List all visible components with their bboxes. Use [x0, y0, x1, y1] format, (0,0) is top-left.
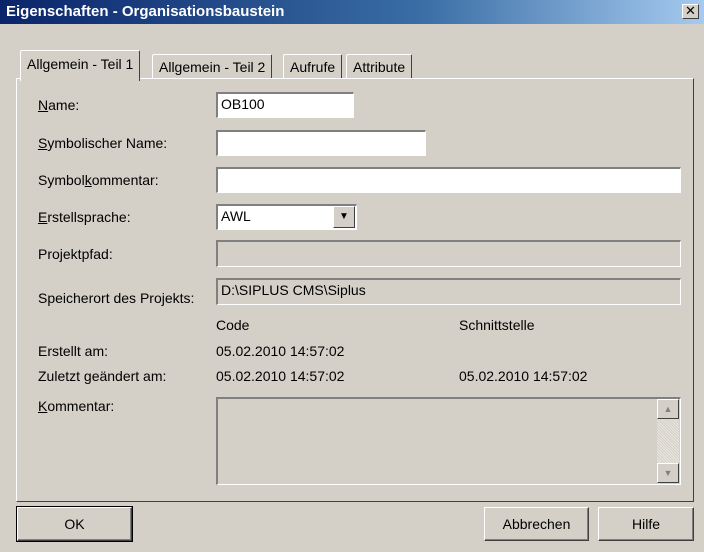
language-label: Erstellsprache:	[38, 209, 131, 225]
scroll-up-glyph: ▲	[663, 404, 673, 414]
project-path-field	[216, 240, 681, 267]
modified-label: Zuletzt geändert am:	[38, 368, 167, 384]
project-path-label: Projektpfad:	[38, 246, 113, 262]
scroll-up-icon[interactable]: ▲	[657, 399, 679, 419]
modified-interface-value: 05.02.2010 14:57:02	[459, 368, 588, 384]
name-value: OB100	[221, 96, 265, 112]
tab-allgemein-teil-1[interactable]: Allgemein - Teil 1	[20, 50, 141, 81]
name-label: Name:	[38, 97, 80, 113]
chevron-down-icon[interactable]: ▼	[333, 206, 355, 228]
cancel-button[interactable]: Abbrechen	[484, 507, 589, 541]
symbol-comment-field[interactable]	[216, 167, 681, 193]
window-title: Eigenschaften - Organisationsbaustein	[6, 3, 285, 20]
tab-label: Allgemein - Teil 1	[27, 56, 134, 72]
close-icon: ✕	[685, 3, 696, 18]
created-code-value: 05.02.2010 14:57:02	[216, 343, 345, 359]
code-column-header: Code	[216, 317, 250, 333]
ok-button[interactable]: OK	[16, 506, 133, 542]
modified-code-value: 05.02.2010 14:57:02	[216, 368, 345, 384]
storage-location-label: Speicherort des Projekts:	[38, 290, 195, 306]
tab-attribute[interactable]: Attribute	[346, 54, 413, 79]
comment-textarea[interactable]	[216, 397, 681, 485]
tab-label: Allgemein - Teil 2	[159, 59, 266, 75]
arrow-glyph: ▼	[339, 211, 349, 222]
tab-label: Aufrufe	[290, 59, 336, 75]
tab-allgemein-teil-2[interactable]: Allgemein - Teil 2	[152, 54, 273, 79]
symbolic-name-field[interactable]	[216, 130, 426, 156]
help-button[interactable]: Hilfe	[598, 507, 694, 541]
close-button[interactable]: ✕	[682, 4, 699, 19]
language-value: AWL	[221, 208, 251, 224]
comment-label: Kommentar:	[38, 398, 115, 414]
name-field[interactable]: OB100	[216, 92, 354, 118]
symbolic-name-label: Symbolischer Name:	[38, 135, 168, 151]
symbol-comment-label: Symbolkommentar:	[38, 172, 159, 188]
storage-location-field: D:\SIPLUS CMS\Siplus	[216, 278, 681, 305]
created-label: Erstellt am:	[38, 343, 109, 359]
tab-aufrufe[interactable]: Aufrufe	[283, 54, 343, 79]
tab-label: Attribute	[353, 59, 406, 75]
storage-location-value: D:\SIPLUS CMS\Siplus	[221, 282, 366, 298]
scroll-down-glyph: ▼	[663, 468, 673, 478]
scroll-down-icon[interactable]: ▼	[657, 463, 679, 483]
interface-column-header: Schnittstelle	[459, 317, 535, 333]
